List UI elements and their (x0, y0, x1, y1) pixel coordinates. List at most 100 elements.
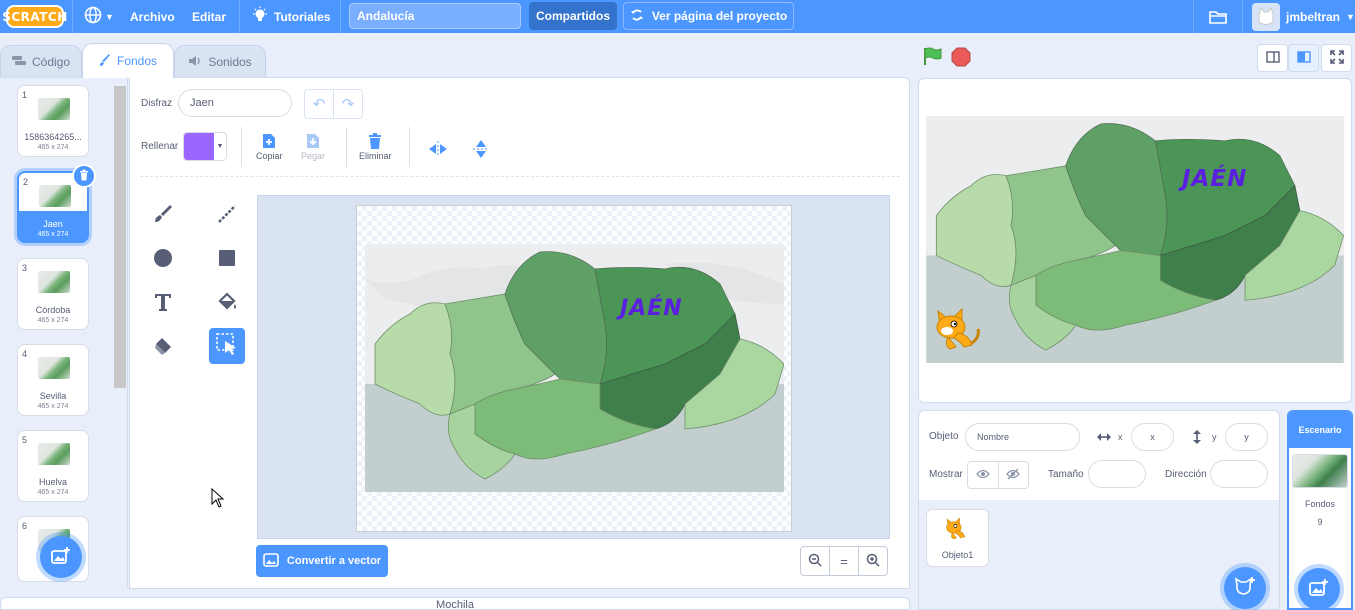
tab-sounds[interactable]: Sonidos (174, 45, 266, 78)
my-stuff-folder-icon[interactable] (1208, 0, 1228, 33)
menu-separator (340, 0, 341, 33)
add-image-icon (1309, 578, 1329, 600)
undo-button[interactable]: ↶ (305, 90, 334, 118)
select-tool[interactable] (209, 328, 245, 364)
stage-map-text-label: JAÉN (1182, 166, 1248, 192)
account-menu[interactable]: jmbeltran ▼ (1252, 0, 1355, 33)
delete-button[interactable]: Eliminar (359, 131, 392, 161)
flip-horizontal-icon (428, 139, 448, 159)
stage-backdrop-image[interactable] (926, 116, 1344, 363)
project-title-input[interactable]: Andalucía (349, 3, 521, 29)
backdrop-list-scrollbar[interactable] (113, 82, 127, 582)
flip-vertical-icon (471, 139, 491, 159)
text-icon (152, 291, 174, 318)
y-input[interactable]: y (1225, 423, 1268, 451)
line-tool[interactable] (209, 198, 245, 234)
fill-color-picker[interactable]: ▼ (183, 132, 227, 161)
add-stage-backdrop-button[interactable] (1298, 568, 1340, 610)
rectangle-tool[interactable] (209, 242, 245, 278)
backdrop-thumbnail (39, 185, 71, 207)
green-flag-button[interactable] (922, 46, 942, 69)
menu-separator (239, 0, 240, 33)
brush-tool[interactable] (145, 198, 181, 234)
username: jmbeltran (1286, 9, 1341, 24)
add-backdrop-button[interactable] (40, 536, 82, 578)
fill-label: Rellenar (141, 141, 179, 152)
backdrop-item[interactable]: 5 Huelva 465 x 274 (17, 430, 89, 502)
normal-stage-icon (1296, 50, 1311, 66)
zoom-out-button[interactable] (801, 547, 829, 575)
backdrop-item[interactable]: 4 Sevilla 465 x 274 (17, 344, 89, 416)
fullscreen-button[interactable] (1321, 44, 1352, 72)
brush-icon (152, 203, 174, 230)
toolbar-separator (346, 127, 347, 167)
see-project-page-label: Ver página del proyecto (651, 9, 788, 23)
sprite-name-input[interactable]: Nombre (965, 423, 1080, 451)
paste-button[interactable]: Pegar (301, 131, 325, 161)
backdrop-name: Córdoba (35, 305, 71, 315)
select-arrow-icon (215, 332, 239, 361)
eraser-tool[interactable] (145, 330, 181, 366)
show-button[interactable] (968, 462, 998, 488)
edit-menu[interactable]: Editar (192, 0, 226, 33)
visibility-toggle (967, 461, 1029, 489)
toolbar-separator (409, 127, 410, 167)
backdrop-name: Jaen (43, 219, 63, 229)
eraser-icon (152, 335, 174, 362)
backdrop-number: 5 (22, 435, 28, 445)
tutorials-button[interactable]: Tutoriales (252, 0, 330, 33)
stop-button[interactable] (951, 47, 971, 70)
cat-sprite[interactable] (934, 307, 984, 356)
undo-redo-group: ↶ ↷ (304, 89, 363, 119)
redo-button[interactable]: ↷ (334, 90, 362, 118)
tab-sounds-label: Sonidos (208, 55, 252, 69)
backdrop-number: 6 (22, 521, 28, 531)
fill-tool[interactable] (209, 286, 245, 322)
add-sprite-button[interactable] (1224, 567, 1266, 609)
circle-tool[interactable] (145, 242, 181, 278)
direction-input[interactable] (1210, 460, 1268, 488)
andalucia-map-image[interactable] (365, 244, 784, 492)
trash-icon (365, 131, 385, 151)
convert-to-vector-label: Convertir a vector (286, 555, 382, 567)
menu-separator (1242, 0, 1243, 33)
zoom-in-button[interactable] (858, 547, 887, 575)
x-input[interactable]: x (1131, 423, 1174, 451)
backdrop-item[interactable]: 1 1586364265... 465 x 274 (17, 85, 89, 157)
costume-name-input[interactable]: Jaen (178, 89, 292, 117)
chevron-down-icon: ▼ (1346, 11, 1355, 22)
sprite-tile[interactable]: Objeto1 (926, 509, 989, 567)
flip-horizontal-button[interactable] (428, 139, 448, 159)
fullscreen-icon (1329, 49, 1344, 67)
paint-bucket-icon (216, 291, 238, 318)
scratch-logo[interactable]: SCRATCH (2, 5, 67, 28)
hide-button[interactable] (997, 462, 1029, 488)
backdrops-count: 9 (1317, 517, 1323, 527)
flip-vertical-button[interactable] (471, 139, 491, 159)
tab-code[interactable]: Código (0, 45, 82, 78)
see-project-page-button[interactable]: Ver página del proyecto (623, 2, 794, 30)
shared-button[interactable]: Compartidos (529, 2, 617, 30)
cat-add-icon (1234, 576, 1256, 600)
image-icon (263, 552, 279, 570)
backdrops-label: Fondos (1304, 499, 1336, 509)
small-stage-button[interactable] (1257, 44, 1288, 72)
language-menu[interactable]: ▼ (84, 0, 114, 33)
add-image-icon (51, 546, 71, 568)
zoom-in-icon (866, 553, 880, 570)
zoom-reset-button[interactable]: = (829, 547, 858, 575)
size-input[interactable] (1088, 460, 1146, 488)
file-menu[interactable]: Archivo (130, 0, 175, 33)
tab-backdrops[interactable]: Fondos (82, 43, 174, 78)
rectangle-icon (216, 247, 238, 274)
copy-button[interactable]: Copiar (256, 131, 283, 161)
tab-code-label: Código (31, 55, 71, 69)
scrollbar-thumb[interactable] (114, 86, 126, 388)
sprite-name: Objeto1 (941, 550, 974, 560)
delete-backdrop-button[interactable] (72, 164, 96, 188)
backpack-bar[interactable]: Mochila (0, 597, 910, 610)
text-tool[interactable] (145, 286, 181, 322)
backdrop-item[interactable]: 3 Córdoba 465 x 274 (17, 258, 89, 330)
normal-stage-button[interactable] (1288, 44, 1319, 72)
convert-to-vector-button[interactable]: Convertir a vector (256, 545, 388, 577)
